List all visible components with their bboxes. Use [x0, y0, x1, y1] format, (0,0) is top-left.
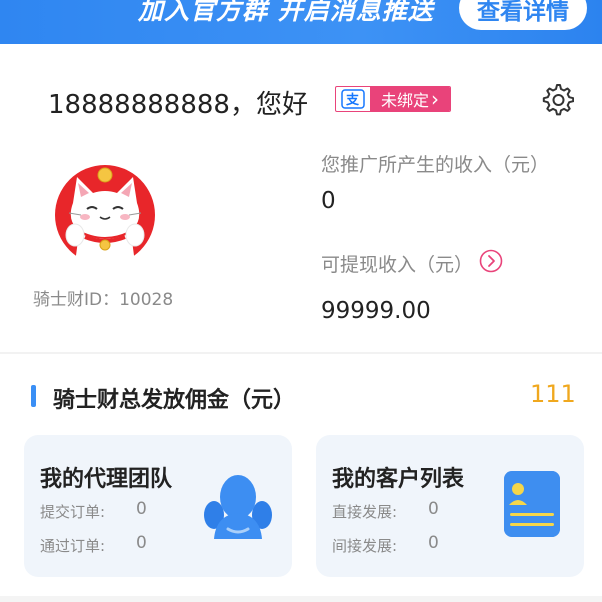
bind-chevron-icon: › — [431, 87, 439, 111]
bind-status-label: 未绑定 › — [370, 87, 450, 111]
alipay-icon: 支 — [336, 87, 370, 111]
bind-status-text: 未绑定 — [380, 91, 429, 110]
card-title: 我的客户列表 — [332, 467, 465, 492]
promo-income-label: 您推广所产生的收入（元） — [321, 154, 550, 176]
section-accent-bar — [31, 385, 36, 407]
team-icon — [202, 469, 274, 541]
bottom-divider — [0, 596, 602, 602]
card-title: 我的代理团队 — [40, 467, 173, 492]
avatar — [53, 163, 157, 267]
bind-status-badge[interactable]: 支 未绑定 › — [335, 86, 451, 112]
indirect-growth-label: 间接发展: — [332, 537, 398, 555]
circle-chevron-right-icon[interactable] — [479, 249, 503, 273]
direct-growth-label: 直接发展: — [332, 503, 398, 521]
withdrawable-label: 可提现收入（元） — [321, 254, 474, 276]
indirect-growth-value: 0 — [428, 533, 439, 553]
banner-text: 加入官方群 开启消息推送 — [138, 0, 434, 25]
direct-growth-value: 0 — [428, 499, 439, 519]
submitted-orders-value: 0 — [136, 499, 147, 519]
top-banner: 加入官方群 开启消息推送 查看详情 — [0, 0, 602, 44]
approved-orders-label: 通过订单: — [40, 537, 106, 555]
submitted-orders-label: 提交订单: — [40, 503, 106, 521]
contact-card-icon — [496, 469, 568, 541]
rider-id: 骑士财ID：10028 — [33, 290, 174, 310]
section-divider — [0, 352, 602, 354]
withdrawable-value: 99999.00 — [321, 298, 431, 324]
commission-value: 111 — [530, 380, 576, 408]
gear-icon[interactable] — [540, 82, 575, 116]
customer-list-card[interactable]: 我的客户列表 直接发展: 0 间接发展: 0 — [316, 435, 584, 577]
commission-title: 骑士财总发放佣金（元） — [53, 388, 296, 413]
promo-income-value: 0 — [321, 188, 336, 214]
view-details-button[interactable]: 查看详情 — [459, 0, 587, 30]
user-greeting: 18888888888，您好 — [48, 90, 308, 120]
approved-orders-value: 0 — [136, 533, 147, 553]
svg-text:支: 支 — [345, 92, 360, 108]
agent-team-card[interactable]: 我的代理团队 提交订单: 0 通过订单: 0 — [24, 435, 292, 577]
